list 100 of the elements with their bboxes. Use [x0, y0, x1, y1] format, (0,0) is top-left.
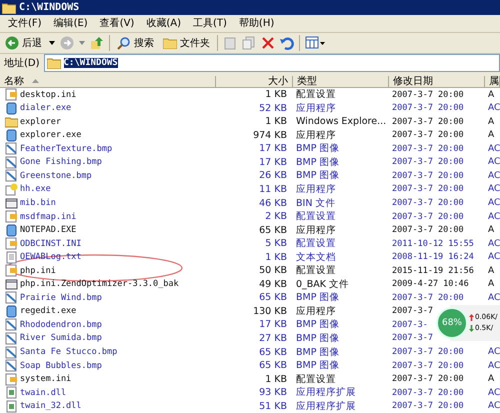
file-size: 49 KB: [258, 278, 288, 290]
file-size: 974 KB: [252, 130, 288, 141]
modified-date: 2011-10-12 15:55: [392, 238, 474, 249]
modified-date: 2007-3-: [392, 320, 428, 330]
file-attributes: A: [487, 374, 496, 384]
file-name: explorer: [20, 116, 61, 127]
modified-date: 2008-11-19 16:24: [392, 252, 474, 262]
modified-date: 2007-3-7: [392, 306, 433, 316]
modified-date: 2015-11-19 21:56: [392, 266, 474, 276]
file-size: 130 KB: [252, 306, 288, 317]
file-type: 配置设置: [295, 88, 337, 102]
modified-date: 2007-3-7 20:00: [392, 170, 464, 181]
file-name: explorer.exe: [20, 130, 82, 140]
file-attributes: AC: [487, 103, 500, 114]
modified-date: 2007-3-7 20:00: [392, 184, 464, 194]
file-attributes: AC: [487, 347, 500, 358]
file-size: 26 KB: [258, 170, 288, 182]
file-name: twain.dll: [20, 388, 66, 398]
file-size: 27 KB: [258, 332, 288, 344]
file-attributes: AC: [487, 198, 500, 208]
file-type: 文本文档: [295, 250, 337, 264]
file-attributes: A: [487, 130, 496, 140]
file-type: 应用程序扩展: [295, 386, 357, 400]
file-attributes: A: [487, 266, 496, 276]
file-attributes: A: [487, 116, 496, 127]
file-size: 65 KB: [258, 292, 288, 304]
file-attributes: A: [487, 225, 496, 236]
file-type: BMP 图像: [295, 169, 340, 182]
file-type: BMP 图像: [295, 346, 340, 359]
modified-date: 2007-3-7 20:00: [392, 157, 464, 168]
file-size: 1 KB: [264, 116, 288, 128]
file-size: 1 KB: [264, 252, 288, 263]
file-name: dialer.exe: [20, 103, 72, 114]
modified-date: 2007-3-7 20:00: [392, 116, 464, 127]
file-attributes: AC: [487, 144, 500, 154]
modified-date: 2007-3-7 20:00: [392, 90, 464, 100]
modified-date: 2007-3-7 20:00: [392, 212, 464, 222]
file-name: Greenstone.bmp: [20, 170, 92, 181]
file-type: BMP 图像: [295, 332, 340, 345]
file-type: BMP 图像: [295, 156, 340, 169]
file-type: BMP 图像: [295, 359, 340, 372]
file-attributes: AC: [487, 388, 500, 398]
file-name: twain_32.dll: [20, 401, 82, 412]
file-size: 11 KB: [258, 184, 288, 195]
file-name: NOTEPAD.EXE: [20, 225, 76, 236]
file-size: 46 KB: [258, 198, 288, 209]
file-type: 应用程序: [295, 128, 337, 142]
file-attributes: AC: [487, 157, 500, 168]
file-type: 应用程序扩展: [295, 400, 357, 413]
file-size: 2 KB: [264, 211, 288, 222]
file-name: system.ini: [20, 374, 72, 384]
file-name: Prairie Wind.bmp: [20, 292, 102, 303]
file-name: River Sumida.bmp: [20, 333, 102, 344]
modified-date: 2007-3-7 20:00: [392, 292, 464, 303]
window-title: C:\WINDOWS: [19, 2, 80, 14]
file-type: 配置设置: [295, 372, 337, 386]
modified-date: 2007-3-7 20:00: [392, 198, 464, 208]
modified-date: 2007-3-7 20:00: [392, 103, 464, 114]
file-type: 0_BAK 文件: [295, 278, 350, 291]
modified-date: 2007-3-7 20:00: [392, 388, 464, 398]
file-attributes: AC: [487, 252, 500, 262]
file-name: hh.exe: [20, 184, 51, 194]
file-size: 50 KB: [258, 265, 288, 276]
modified-date: 2007-3-7 20:00: [392, 374, 464, 384]
file-type: 应用程序: [295, 224, 337, 237]
modified-date: 2007-3-7 20:00: [392, 347, 464, 358]
file-name: php.ini: [20, 266, 56, 276]
modified-date: 2009-4-27 10:46: [392, 279, 469, 290]
file-name: regedit.exe: [20, 306, 76, 316]
file-type: 配置设置: [295, 264, 337, 278]
file-name: ODBCINST.INI: [20, 238, 82, 249]
address-label: 地址(D): [4, 56, 40, 70]
file-name: php.ini.ZendOptimizer-3.3.0_bak: [20, 279, 179, 290]
file-attributes: A: [487, 90, 496, 100]
file-name: Rhododendron.bmp: [20, 320, 102, 330]
file-name: FeatherTexture.bmp: [20, 144, 112, 154]
file-name: mib.bin: [20, 198, 56, 208]
file-attributes: AC: [487, 184, 500, 194]
modified-date: 2007-3-7 20:00: [392, 225, 464, 236]
file-type: BMP 图像: [295, 318, 340, 332]
file-attributes: A: [487, 279, 496, 290]
file-attributes: AC: [487, 170, 500, 181]
file-type: BMP 图像: [295, 142, 340, 156]
modified-date: 2007-3-7 20:00: [392, 130, 464, 140]
file-size: 52 KB: [258, 102, 288, 114]
file-size: 1 KB: [264, 374, 288, 385]
file-size: 51 KB: [258, 400, 288, 412]
file-size: 17 KB: [258, 156, 288, 168]
file-type: BIN 文件: [295, 196, 336, 210]
file-size: 17 KB: [258, 143, 288, 154]
file-name: Soap Bubbles.bmp: [20, 360, 102, 371]
file-attributes: AC: [487, 360, 500, 371]
file-type: 配置设置: [295, 210, 337, 224]
file-type: 应用程序: [295, 182, 337, 196]
file-attributes: AC: [487, 292, 500, 303]
file-attributes: AC: [487, 212, 500, 222]
file-type: 应用程序: [295, 102, 337, 115]
modified-date: 2007-3-7 20:00: [392, 401, 464, 412]
modified-date: 2007-3-7: [392, 333, 433, 344]
file-type: BMP 图像: [295, 291, 340, 304]
